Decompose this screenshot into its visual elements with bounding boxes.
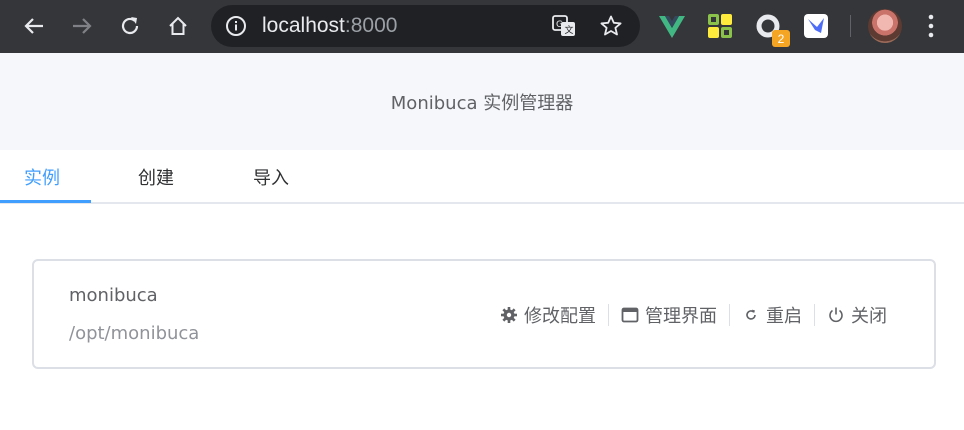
- shutdown-button[interactable]: 关闭: [827, 302, 887, 328]
- svg-text:G: G: [556, 20, 563, 30]
- edit-config-label: 修改配置: [524, 306, 596, 327]
- profile-avatar[interactable]: [868, 9, 902, 43]
- url-port: :8000: [344, 14, 398, 37]
- forward-button[interactable]: [65, 9, 99, 43]
- shutdown-label: 关闭: [851, 306, 887, 327]
- gear-icon: [501, 307, 517, 323]
- bookmark-star-icon[interactable]: [599, 14, 623, 38]
- reload-icon: [121, 17, 139, 35]
- app-header: Monibuca 实例管理器: [0, 53, 964, 150]
- home-icon: [169, 16, 187, 35]
- action-divider: [729, 304, 730, 326]
- admin-ui-button[interactable]: 管理界面: [621, 302, 717, 328]
- bird-extension-icon[interactable]: [801, 11, 831, 41]
- active-tab-indicator: [0, 200, 91, 203]
- instance-name: monibuca: [69, 285, 158, 306]
- power-icon: [829, 307, 843, 323]
- back-button[interactable]: [17, 9, 51, 43]
- tab-bar: 实例 创建 导入: [0, 150, 964, 204]
- action-divider: [608, 304, 609, 326]
- admin-ui-label: 管理界面: [645, 306, 717, 327]
- page-title: Monibuca 实例管理器: [390, 92, 574, 114]
- url-host: localhost: [262, 14, 345, 37]
- browser-menu-icon[interactable]: [924, 13, 938, 39]
- window-icon: [621, 307, 639, 323]
- extension-badge: 2: [772, 30, 790, 47]
- vue-devtools-extension-icon[interactable]: [657, 11, 687, 41]
- translate-icon[interactable]: G文: [551, 14, 577, 38]
- back-arrow-icon: [24, 18, 43, 34]
- tab-import[interactable]: 导入: [253, 164, 289, 190]
- restart-label: 重启: [766, 306, 802, 327]
- svg-text:文: 文: [565, 24, 574, 36]
- home-button[interactable]: [161, 9, 195, 43]
- site-info-icon[interactable]: [225, 15, 247, 37]
- reload-button[interactable]: [113, 9, 147, 43]
- address-bar[interactable]: localhost:8000 G文: [211, 5, 640, 47]
- refresh-icon: [746, 309, 756, 320]
- url-text[interactable]: localhost:8000: [262, 14, 397, 38]
- tab-create[interactable]: 创建: [138, 164, 174, 190]
- forward-arrow-icon: [73, 18, 92, 34]
- restart-button[interactable]: 重启: [742, 302, 802, 328]
- instance-actions: 修改配置 管理界面 重启 关闭: [500, 301, 887, 329]
- instance-card: monibuca /opt/monibuca 修改配置 管理界面 重启 关闭: [32, 259, 936, 369]
- instance-path: /opt/monibuca: [69, 323, 200, 344]
- toolbar-divider: [850, 15, 851, 37]
- edit-config-button[interactable]: 修改配置: [500, 302, 596, 328]
- action-divider: [814, 304, 815, 326]
- browser-toolbar: localhost:8000 G文 2: [0, 0, 964, 53]
- grid-extension-icon[interactable]: [705, 11, 735, 41]
- tab-instances[interactable]: 实例: [24, 164, 60, 190]
